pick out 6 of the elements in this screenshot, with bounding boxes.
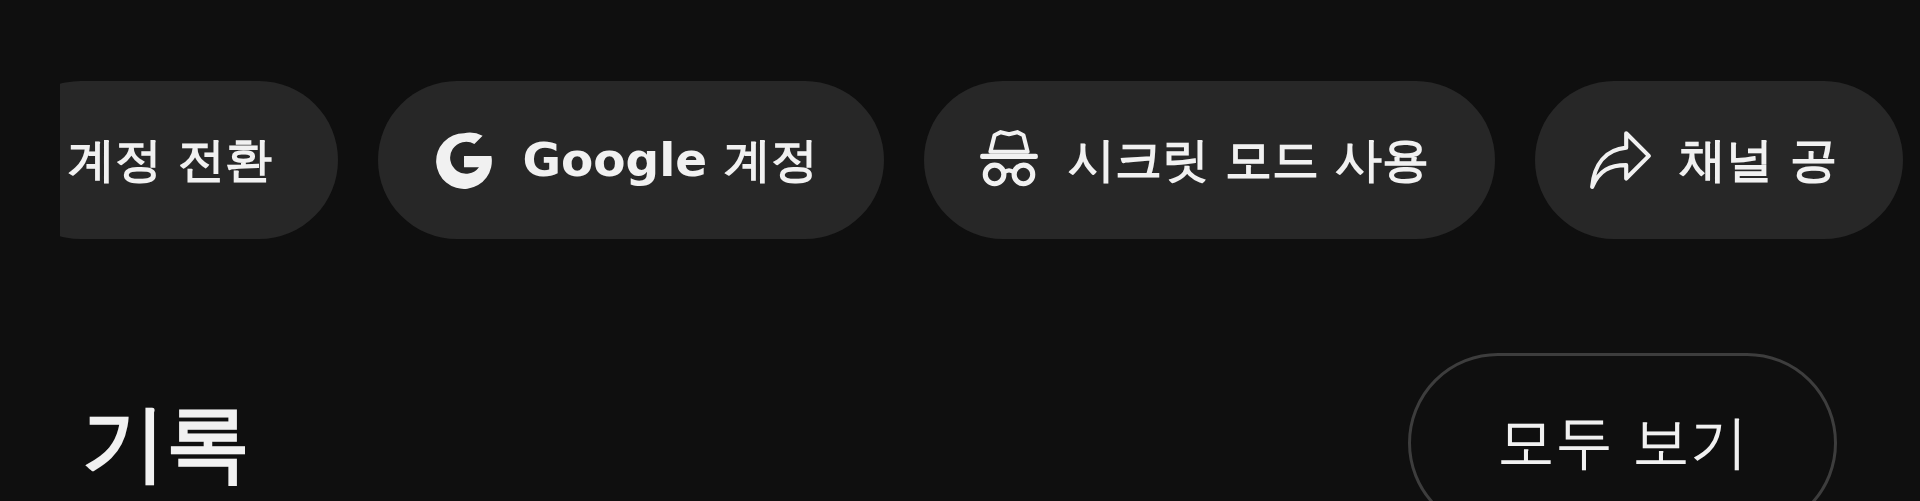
chip-button[interactable]: 계정 전환 [60,81,339,239]
chip-button[interactable]: 시크릿 모드 사용 [923,81,1496,239]
chip-button[interactable]: 채널 공 [1535,81,1903,239]
section-heading: 기록 [82,396,250,490]
chip-button[interactable]: Google 계정 [378,81,884,239]
view-all-button[interactable]: 모두 보기 [1408,353,1837,501]
